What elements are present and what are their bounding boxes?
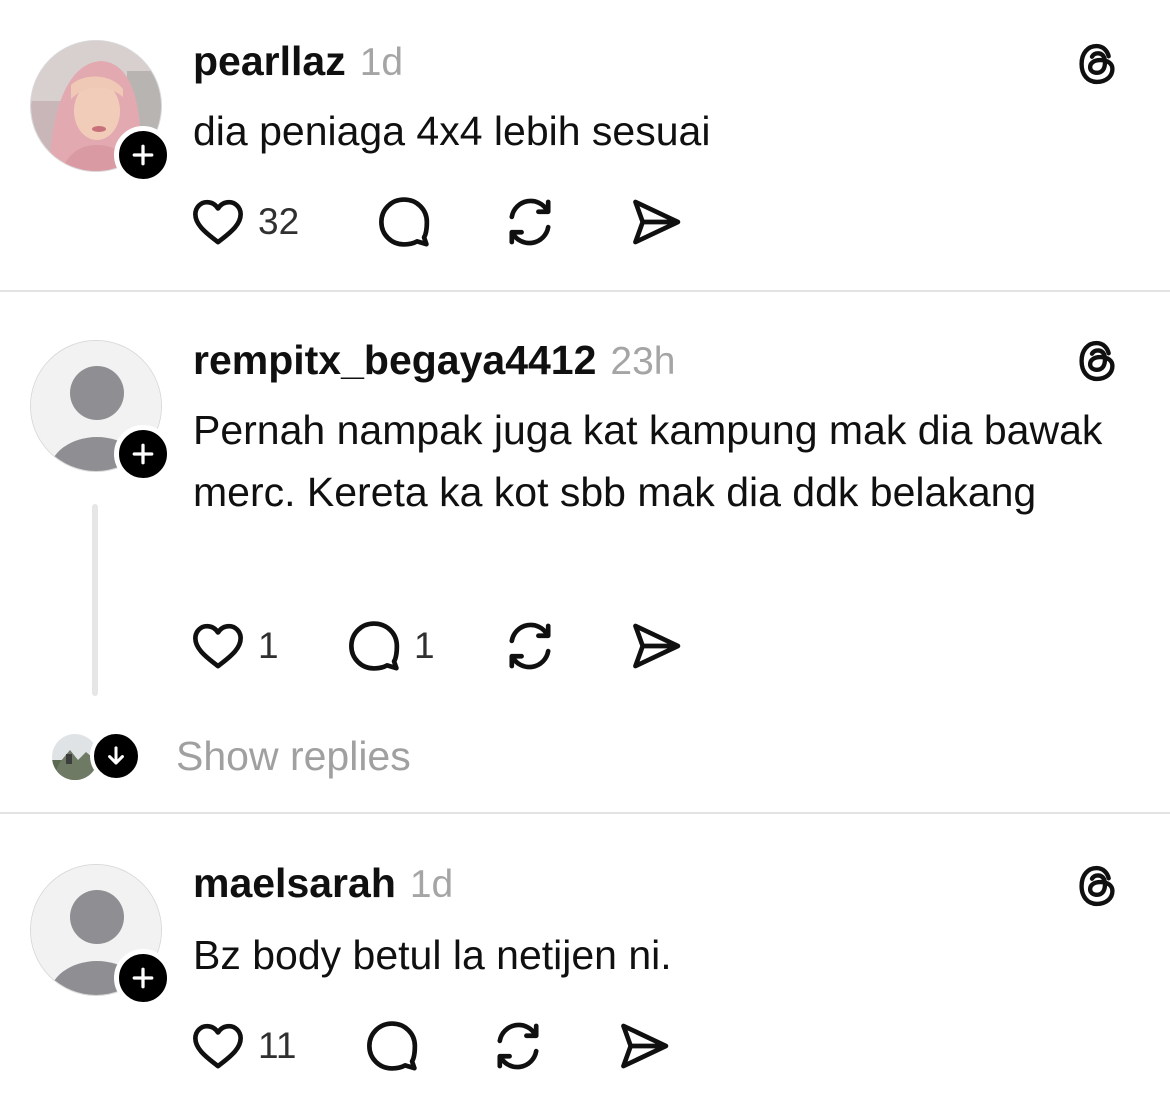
username[interactable]: rempitx_begaya4412 [193, 337, 596, 384]
comment-item: pearllaz 1d dia peniaga 4x4 lebih sesuai… [0, 0, 1170, 290]
reply-button[interactable] [364, 1018, 420, 1074]
reply-count: 1 [414, 625, 435, 666]
threads-logo-icon[interactable] [1072, 860, 1122, 912]
plus-icon [128, 140, 158, 170]
share-button[interactable] [616, 1018, 672, 1074]
reply-button[interactable] [376, 194, 432, 250]
like-count: 11 [258, 1025, 297, 1066]
heart-icon [190, 1018, 246, 1074]
send-icon [616, 1018, 672, 1074]
repost-icon [490, 1018, 546, 1074]
repost-button[interactable] [502, 618, 558, 674]
send-icon [628, 194, 684, 250]
comment-item: maelsarah 1d Bz body betul la netijen ni… [0, 814, 1170, 1106]
show-replies-label: Show replies [176, 733, 411, 779]
threads-logo-icon[interactable] [1072, 335, 1122, 387]
repost-icon [502, 194, 558, 250]
plus-icon [128, 963, 158, 993]
like-count: 1 [258, 625, 279, 666]
share-button[interactable] [628, 194, 684, 250]
heart-icon [190, 618, 246, 674]
comment-text: Pernah nampak juga kat kampung mak dia b… [193, 407, 1103, 515]
timestamp: 1d [409, 863, 454, 906]
repost-button[interactable] [490, 1018, 546, 1074]
arrow-down-icon [102, 742, 130, 770]
comment-header: maelsarah 1d [193, 860, 453, 910]
expand-badge [90, 730, 142, 782]
thread-line [92, 504, 98, 696]
comment-icon [376, 194, 432, 250]
like-button[interactable]: 32 [190, 194, 299, 250]
follow-button[interactable] [114, 425, 172, 483]
comment-header: rempitx_begaya4412 23h [193, 337, 676, 387]
repost-button[interactable] [502, 194, 558, 250]
share-button[interactable] [628, 618, 684, 674]
comment-text: Bz body betul la netijen ni. [193, 932, 672, 978]
like-button[interactable]: 11 [190, 1018, 296, 1074]
repost-icon [502, 618, 558, 674]
send-icon [628, 618, 684, 674]
comment-text: dia peniaga 4x4 lebih sesuai [193, 108, 711, 154]
like-count: 32 [258, 201, 300, 242]
follow-button[interactable] [114, 126, 172, 184]
like-button[interactable]: 1 [190, 618, 279, 674]
threads-logo-icon[interactable] [1072, 38, 1122, 90]
comment-icon [346, 618, 402, 674]
timestamp: 1d [359, 41, 404, 84]
reply-button[interactable]: 1 [346, 618, 435, 674]
username[interactable]: pearllaz [193, 38, 346, 85]
plus-icon [128, 439, 158, 469]
username[interactable]: maelsarah [193, 860, 396, 907]
heart-icon [190, 194, 246, 250]
comment-icon [364, 1018, 420, 1074]
follow-button[interactable] [114, 949, 172, 1007]
show-replies-button[interactable]: Show replies [52, 730, 472, 782]
comment-header: pearllaz 1d [193, 38, 403, 88]
timestamp: 23h [610, 340, 676, 383]
